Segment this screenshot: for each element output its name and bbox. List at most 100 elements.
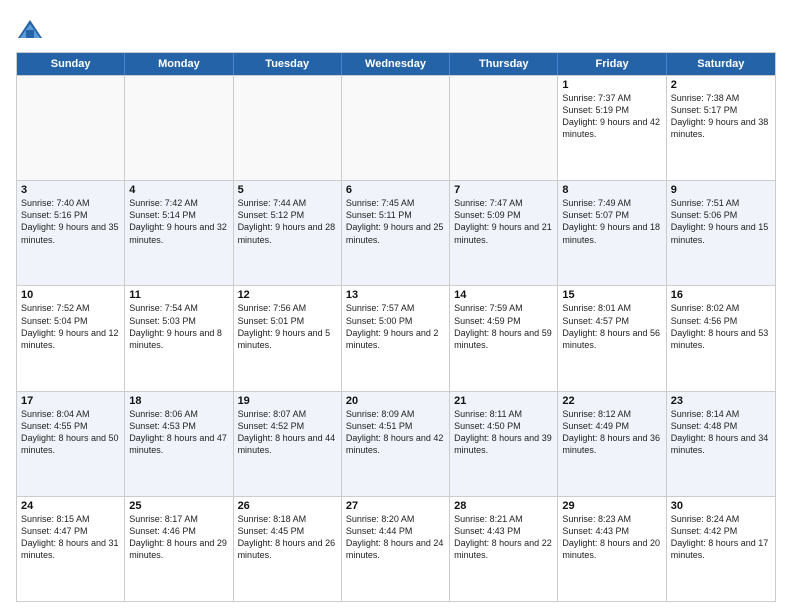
day-number: 23 (671, 395, 771, 407)
cal-cell-1-6: 9Sunrise: 7:51 AMSunset: 5:06 PMDaylight… (667, 181, 775, 285)
day-info: Sunrise: 7:59 AMSunset: 4:59 PMDaylight:… (454, 302, 553, 351)
cal-cell-0-2 (234, 76, 342, 180)
logo (16, 16, 48, 44)
day-info: Sunrise: 8:24 AMSunset: 4:42 PMDaylight:… (671, 513, 771, 562)
day-number: 14 (454, 289, 553, 301)
cal-cell-1-3: 6Sunrise: 7:45 AMSunset: 5:11 PMDaylight… (342, 181, 450, 285)
cal-cell-3-3: 20Sunrise: 8:09 AMSunset: 4:51 PMDayligh… (342, 392, 450, 496)
day-info: Sunrise: 7:51 AMSunset: 5:06 PMDaylight:… (671, 197, 771, 246)
day-number: 26 (238, 500, 337, 512)
day-info: Sunrise: 7:37 AMSunset: 5:19 PMDaylight:… (562, 92, 661, 141)
day-info: Sunrise: 8:06 AMSunset: 4:53 PMDaylight:… (129, 408, 228, 457)
day-info: Sunrise: 8:04 AMSunset: 4:55 PMDaylight:… (21, 408, 120, 457)
calendar-row-4: 24Sunrise: 8:15 AMSunset: 4:47 PMDayligh… (17, 496, 775, 601)
day-number: 28 (454, 500, 553, 512)
day-number: 19 (238, 395, 337, 407)
day-info: Sunrise: 8:07 AMSunset: 4:52 PMDaylight:… (238, 408, 337, 457)
day-number: 22 (562, 395, 661, 407)
cal-cell-3-2: 19Sunrise: 8:07 AMSunset: 4:52 PMDayligh… (234, 392, 342, 496)
day-number: 27 (346, 500, 445, 512)
day-info: Sunrise: 8:15 AMSunset: 4:47 PMDaylight:… (21, 513, 120, 562)
cal-cell-3-6: 23Sunrise: 8:14 AMSunset: 4:48 PMDayligh… (667, 392, 775, 496)
day-number: 12 (238, 289, 337, 301)
calendar: SundayMondayTuesdayWednesdayThursdayFrid… (16, 52, 776, 602)
day-info: Sunrise: 7:52 AMSunset: 5:04 PMDaylight:… (21, 302, 120, 351)
day-info: Sunrise: 8:20 AMSunset: 4:44 PMDaylight:… (346, 513, 445, 562)
day-number: 16 (671, 289, 771, 301)
page: SundayMondayTuesdayWednesdayThursdayFrid… (0, 0, 792, 612)
day-info: Sunrise: 7:44 AMSunset: 5:12 PMDaylight:… (238, 197, 337, 246)
day-info: Sunrise: 8:11 AMSunset: 4:50 PMDaylight:… (454, 408, 553, 457)
cal-cell-0-0 (17, 76, 125, 180)
header-day-monday: Monday (125, 53, 233, 75)
cal-cell-3-1: 18Sunrise: 8:06 AMSunset: 4:53 PMDayligh… (125, 392, 233, 496)
day-info: Sunrise: 7:38 AMSunset: 5:17 PMDaylight:… (671, 92, 771, 141)
day-info: Sunrise: 8:12 AMSunset: 4:49 PMDaylight:… (562, 408, 661, 457)
cal-cell-3-0: 17Sunrise: 8:04 AMSunset: 4:55 PMDayligh… (17, 392, 125, 496)
day-info: Sunrise: 7:56 AMSunset: 5:01 PMDaylight:… (238, 302, 337, 351)
calendar-row-2: 10Sunrise: 7:52 AMSunset: 5:04 PMDayligh… (17, 285, 775, 390)
cal-cell-0-3 (342, 76, 450, 180)
header-day-sunday: Sunday (17, 53, 125, 75)
day-number: 29 (562, 500, 661, 512)
cal-cell-2-2: 12Sunrise: 7:56 AMSunset: 5:01 PMDayligh… (234, 286, 342, 390)
day-number: 1 (562, 79, 661, 91)
day-number: 13 (346, 289, 445, 301)
day-info: Sunrise: 7:42 AMSunset: 5:14 PMDaylight:… (129, 197, 228, 246)
day-info: Sunrise: 8:09 AMSunset: 4:51 PMDaylight:… (346, 408, 445, 457)
day-number: 9 (671, 184, 771, 196)
header-day-tuesday: Tuesday (234, 53, 342, 75)
day-number: 25 (129, 500, 228, 512)
day-info: Sunrise: 7:47 AMSunset: 5:09 PMDaylight:… (454, 197, 553, 246)
cal-cell-2-1: 11Sunrise: 7:54 AMSunset: 5:03 PMDayligh… (125, 286, 233, 390)
cal-cell-2-6: 16Sunrise: 8:02 AMSunset: 4:56 PMDayligh… (667, 286, 775, 390)
cal-cell-1-5: 8Sunrise: 7:49 AMSunset: 5:07 PMDaylight… (558, 181, 666, 285)
cal-cell-4-3: 27Sunrise: 8:20 AMSunset: 4:44 PMDayligh… (342, 497, 450, 601)
cal-cell-2-3: 13Sunrise: 7:57 AMSunset: 5:00 PMDayligh… (342, 286, 450, 390)
day-info: Sunrise: 8:23 AMSunset: 4:43 PMDaylight:… (562, 513, 661, 562)
header-day-friday: Friday (558, 53, 666, 75)
day-number: 24 (21, 500, 120, 512)
cal-cell-0-4 (450, 76, 558, 180)
header (16, 16, 776, 44)
cal-cell-2-5: 15Sunrise: 8:01 AMSunset: 4:57 PMDayligh… (558, 286, 666, 390)
day-info: Sunrise: 8:18 AMSunset: 4:45 PMDaylight:… (238, 513, 337, 562)
cal-cell-1-4: 7Sunrise: 7:47 AMSunset: 5:09 PMDaylight… (450, 181, 558, 285)
day-number: 10 (21, 289, 120, 301)
day-info: Sunrise: 8:02 AMSunset: 4:56 PMDaylight:… (671, 302, 771, 351)
cal-cell-0-1 (125, 76, 233, 180)
calendar-row-1: 3Sunrise: 7:40 AMSunset: 5:16 PMDaylight… (17, 180, 775, 285)
cal-cell-3-4: 21Sunrise: 8:11 AMSunset: 4:50 PMDayligh… (450, 392, 558, 496)
calendar-body: 1Sunrise: 7:37 AMSunset: 5:19 PMDaylight… (17, 75, 775, 601)
cal-cell-4-2: 26Sunrise: 8:18 AMSunset: 4:45 PMDayligh… (234, 497, 342, 601)
cal-cell-2-0: 10Sunrise: 7:52 AMSunset: 5:04 PMDayligh… (17, 286, 125, 390)
calendar-header: SundayMondayTuesdayWednesdayThursdayFrid… (17, 53, 775, 75)
day-number: 18 (129, 395, 228, 407)
cal-cell-1-2: 5Sunrise: 7:44 AMSunset: 5:12 PMDaylight… (234, 181, 342, 285)
calendar-row-3: 17Sunrise: 8:04 AMSunset: 4:55 PMDayligh… (17, 391, 775, 496)
day-info: Sunrise: 7:49 AMSunset: 5:07 PMDaylight:… (562, 197, 661, 246)
calendar-row-0: 1Sunrise: 7:37 AMSunset: 5:19 PMDaylight… (17, 75, 775, 180)
day-number: 20 (346, 395, 445, 407)
day-info: Sunrise: 7:54 AMSunset: 5:03 PMDaylight:… (129, 302, 228, 351)
day-number: 5 (238, 184, 337, 196)
header-day-thursday: Thursday (450, 53, 558, 75)
day-number: 2 (671, 79, 771, 91)
cal-cell-4-6: 30Sunrise: 8:24 AMSunset: 4:42 PMDayligh… (667, 497, 775, 601)
cal-cell-3-5: 22Sunrise: 8:12 AMSunset: 4:49 PMDayligh… (558, 392, 666, 496)
cal-cell-4-5: 29Sunrise: 8:23 AMSunset: 4:43 PMDayligh… (558, 497, 666, 601)
day-number: 8 (562, 184, 661, 196)
header-day-wednesday: Wednesday (342, 53, 450, 75)
day-number: 7 (454, 184, 553, 196)
cal-cell-0-5: 1Sunrise: 7:37 AMSunset: 5:19 PMDaylight… (558, 76, 666, 180)
day-info: Sunrise: 7:57 AMSunset: 5:00 PMDaylight:… (346, 302, 445, 351)
header-day-saturday: Saturday (667, 53, 775, 75)
day-number: 30 (671, 500, 771, 512)
day-number: 21 (454, 395, 553, 407)
day-number: 3 (21, 184, 120, 196)
day-number: 4 (129, 184, 228, 196)
day-info: Sunrise: 7:40 AMSunset: 5:16 PMDaylight:… (21, 197, 120, 246)
cal-cell-4-1: 25Sunrise: 8:17 AMSunset: 4:46 PMDayligh… (125, 497, 233, 601)
day-info: Sunrise: 8:21 AMSunset: 4:43 PMDaylight:… (454, 513, 553, 562)
cal-cell-1-1: 4Sunrise: 7:42 AMSunset: 5:14 PMDaylight… (125, 181, 233, 285)
